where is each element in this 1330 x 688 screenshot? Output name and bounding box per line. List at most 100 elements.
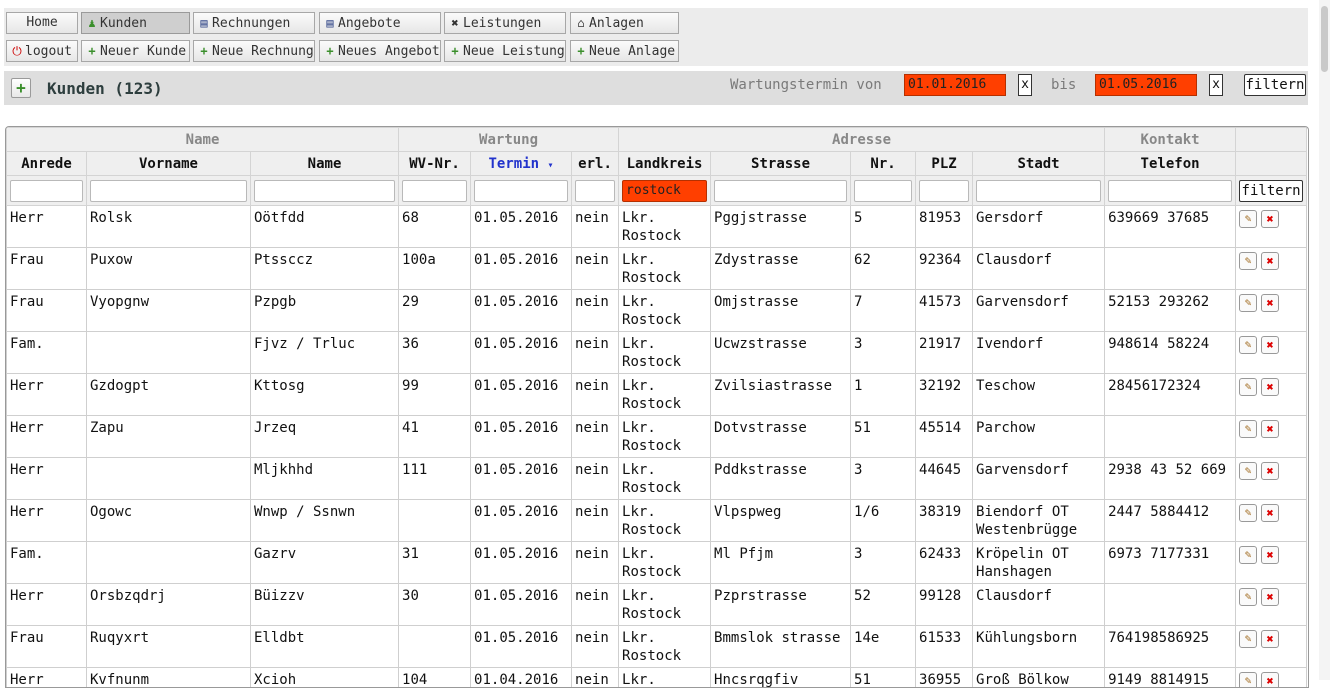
main-menu: Home ♟Kunden ▤Rechnungen ▤Angebote ✖Leis… bbox=[4, 8, 1308, 66]
column-header-erl[interactable]: erl. bbox=[572, 152, 619, 176]
delete-x-icon[interactable]: ✖ bbox=[1261, 546, 1279, 564]
date-filter-button[interactable]: filtern bbox=[1244, 74, 1306, 96]
column-header-landkreis[interactable]: Landkreis bbox=[619, 152, 711, 176]
filter-input-name[interactable] bbox=[254, 180, 395, 202]
delete-x-icon[interactable]: ✖ bbox=[1261, 420, 1279, 438]
edit-pencil-icon[interactable]: ✎ bbox=[1239, 462, 1257, 480]
edit-pencil-icon[interactable]: ✎ bbox=[1239, 672, 1257, 688]
vertical-scrollbar[interactable] bbox=[1319, 0, 1330, 680]
delete-x-icon[interactable]: ✖ bbox=[1261, 462, 1279, 480]
clear-to-button[interactable]: x bbox=[1209, 74, 1223, 96]
column-header-telefon[interactable]: Telefon bbox=[1105, 152, 1236, 176]
filter-input-landkreis[interactable]: rostock bbox=[622, 180, 707, 202]
filter-input-vorname[interactable] bbox=[90, 180, 247, 202]
cell-termin: 01.04.2016 bbox=[471, 668, 572, 688]
table-row[interactable]: HerrOrsbzqdrjBüizzv3001.05.2016neinLkr. … bbox=[7, 584, 1307, 626]
delete-x-icon[interactable]: ✖ bbox=[1261, 588, 1279, 606]
column-header-wv-nr[interactable]: WV-Nr. bbox=[399, 152, 471, 176]
new-offer-button[interactable]: +Neues Angebot bbox=[319, 40, 441, 62]
filter-input-plz[interactable] bbox=[919, 180, 969, 202]
table-row[interactable]: Fam.Gazrv3101.05.2016neinLkr. RostockMl … bbox=[7, 542, 1307, 584]
add-customer-button[interactable]: + bbox=[11, 78, 31, 98]
row-actions: ✎✖ bbox=[1236, 626, 1307, 668]
list-toolbar: + Kunden (123) Wartungstermin von 01.01.… bbox=[4, 71, 1308, 105]
table-row[interactable]: HerrGzdogptKttosg9901.05.2016neinLkr. Ro… bbox=[7, 374, 1307, 416]
edit-pencil-icon[interactable]: ✎ bbox=[1239, 504, 1257, 522]
cell-erl: nein bbox=[572, 374, 619, 416]
delete-x-icon[interactable]: ✖ bbox=[1261, 504, 1279, 522]
cell-erl: nein bbox=[572, 500, 619, 542]
delete-x-icon[interactable]: ✖ bbox=[1261, 672, 1279, 688]
nav-rechnungen[interactable]: ▤Rechnungen bbox=[193, 12, 315, 34]
edit-pencil-icon[interactable]: ✎ bbox=[1239, 210, 1257, 228]
filter-input-telefon[interactable] bbox=[1108, 180, 1232, 202]
nav-kunden[interactable]: ♟Kunden bbox=[81, 12, 190, 34]
delete-x-icon[interactable]: ✖ bbox=[1261, 630, 1279, 648]
cell-landkreis: Lkr. Rostock bbox=[619, 332, 711, 374]
delete-x-icon[interactable]: ✖ bbox=[1261, 378, 1279, 396]
filter-input-wv-nr[interactable] bbox=[402, 180, 467, 202]
cell-wv-nr bbox=[399, 500, 471, 542]
filter-input-anrede[interactable] bbox=[10, 180, 83, 202]
scrollbar-thumb[interactable] bbox=[1321, 6, 1328, 72]
column-header-nr[interactable]: Nr. bbox=[851, 152, 916, 176]
table-row[interactable]: FrauRuqyxrtElldbt01.05.2016neinLkr. Rost… bbox=[7, 626, 1307, 668]
table-row[interactable]: FrauPuxowPtssccz100a01.05.2016neinLkr. R… bbox=[7, 248, 1307, 290]
edit-pencil-icon[interactable]: ✎ bbox=[1239, 336, 1257, 354]
wartung-from-input[interactable]: 01.01.2016 bbox=[904, 74, 1006, 96]
nav-home[interactable]: Home bbox=[6, 12, 78, 34]
table-row[interactable]: Fam.Fjvz / Trluc3601.05.2016neinLkr. Ros… bbox=[7, 332, 1307, 374]
column-header-name[interactable]: Name bbox=[251, 152, 399, 176]
edit-pencil-icon[interactable]: ✎ bbox=[1239, 546, 1257, 564]
wartung-to-input[interactable]: 01.05.2016 bbox=[1095, 74, 1197, 96]
filter-input-strasse[interactable] bbox=[714, 180, 847, 202]
cell-termin: 01.05.2016 bbox=[471, 206, 572, 248]
edit-pencil-icon[interactable]: ✎ bbox=[1239, 588, 1257, 606]
filter-input-erl[interactable] bbox=[575, 180, 615, 202]
nav-leistungen[interactable]: ✖Leistungen bbox=[444, 12, 566, 34]
row-actions: ✎✖ bbox=[1236, 500, 1307, 542]
customer-table: Name Wartung Adresse Kontakt AnredeVorna… bbox=[6, 127, 1307, 688]
table-row[interactable]: HerrOgowcWnwp / Ssnwn01.05.2016neinLkr. … bbox=[7, 500, 1307, 542]
column-header-termin[interactable]: Termin ▾ bbox=[471, 152, 572, 176]
edit-pencil-icon[interactable]: ✎ bbox=[1239, 252, 1257, 270]
column-header-vorname[interactable]: Vorname bbox=[87, 152, 251, 176]
column-header-strasse[interactable]: Strasse bbox=[711, 152, 851, 176]
edit-pencil-icon[interactable]: ✎ bbox=[1239, 378, 1257, 396]
edit-pencil-icon[interactable]: ✎ bbox=[1239, 294, 1257, 312]
new-invoice-button[interactable]: +Neue Rechnung bbox=[193, 40, 315, 62]
cell-termin: 01.05.2016 bbox=[471, 290, 572, 332]
delete-x-icon[interactable]: ✖ bbox=[1261, 210, 1279, 228]
table-row[interactable]: HerrZapuJrzeq4101.05.2016neinLkr. Rostoc… bbox=[7, 416, 1307, 458]
column-header-plz[interactable]: PLZ bbox=[916, 152, 973, 176]
filter-input-termin[interactable] bbox=[474, 180, 568, 202]
column-header-anrede[interactable]: Anrede bbox=[7, 152, 87, 176]
table-row[interactable]: FrauVyopgnwPzpgb2901.05.2016neinLkr. Ros… bbox=[7, 290, 1307, 332]
new-customer-button[interactable]: +Neuer Kunde bbox=[81, 40, 190, 62]
column-filter-button[interactable]: filtern bbox=[1239, 180, 1303, 202]
edit-pencil-icon[interactable]: ✎ bbox=[1239, 420, 1257, 438]
delete-x-icon[interactable]: ✖ bbox=[1261, 336, 1279, 354]
cell-landkreis: Lkr. Rostock bbox=[619, 374, 711, 416]
new-service-button[interactable]: +Neue Leistung bbox=[444, 40, 566, 62]
delete-x-icon[interactable]: ✖ bbox=[1261, 252, 1279, 270]
edit-pencil-icon[interactable]: ✎ bbox=[1239, 630, 1257, 648]
group-adresse: Adresse bbox=[619, 128, 1105, 152]
nav-anlagen[interactable]: ⌂Anlagen bbox=[570, 12, 679, 34]
table-row[interactable]: HerrRolskOötfdd6801.05.2016neinLkr. Rost… bbox=[7, 206, 1307, 248]
filter-input-stadt[interactable] bbox=[976, 180, 1101, 202]
logout-button[interactable]: ⏻logout bbox=[6, 40, 78, 62]
delete-x-icon[interactable]: ✖ bbox=[1261, 294, 1279, 312]
clear-from-button[interactable]: x bbox=[1018, 74, 1032, 96]
table-row[interactable]: HerrMljkhhd11101.05.2016neinLkr. Rostock… bbox=[7, 458, 1307, 500]
cell-anrede: Frau bbox=[7, 626, 87, 668]
column-header-stadt[interactable]: Stadt bbox=[973, 152, 1105, 176]
new-system-button[interactable]: +Neue Anlage bbox=[570, 40, 679, 62]
filter-input-nr[interactable] bbox=[854, 180, 912, 202]
cell-anrede: Fam. bbox=[7, 542, 87, 584]
nav-angebote[interactable]: ▤Angebote bbox=[319, 12, 441, 34]
cell-telefon: 764198586925 bbox=[1105, 626, 1236, 668]
table-row[interactable]: HerrKvfnunmXcioh10401.04.2016neinLkr. Ro… bbox=[7, 668, 1307, 688]
cell-erl: nein bbox=[572, 290, 619, 332]
filter-cell bbox=[471, 176, 572, 206]
